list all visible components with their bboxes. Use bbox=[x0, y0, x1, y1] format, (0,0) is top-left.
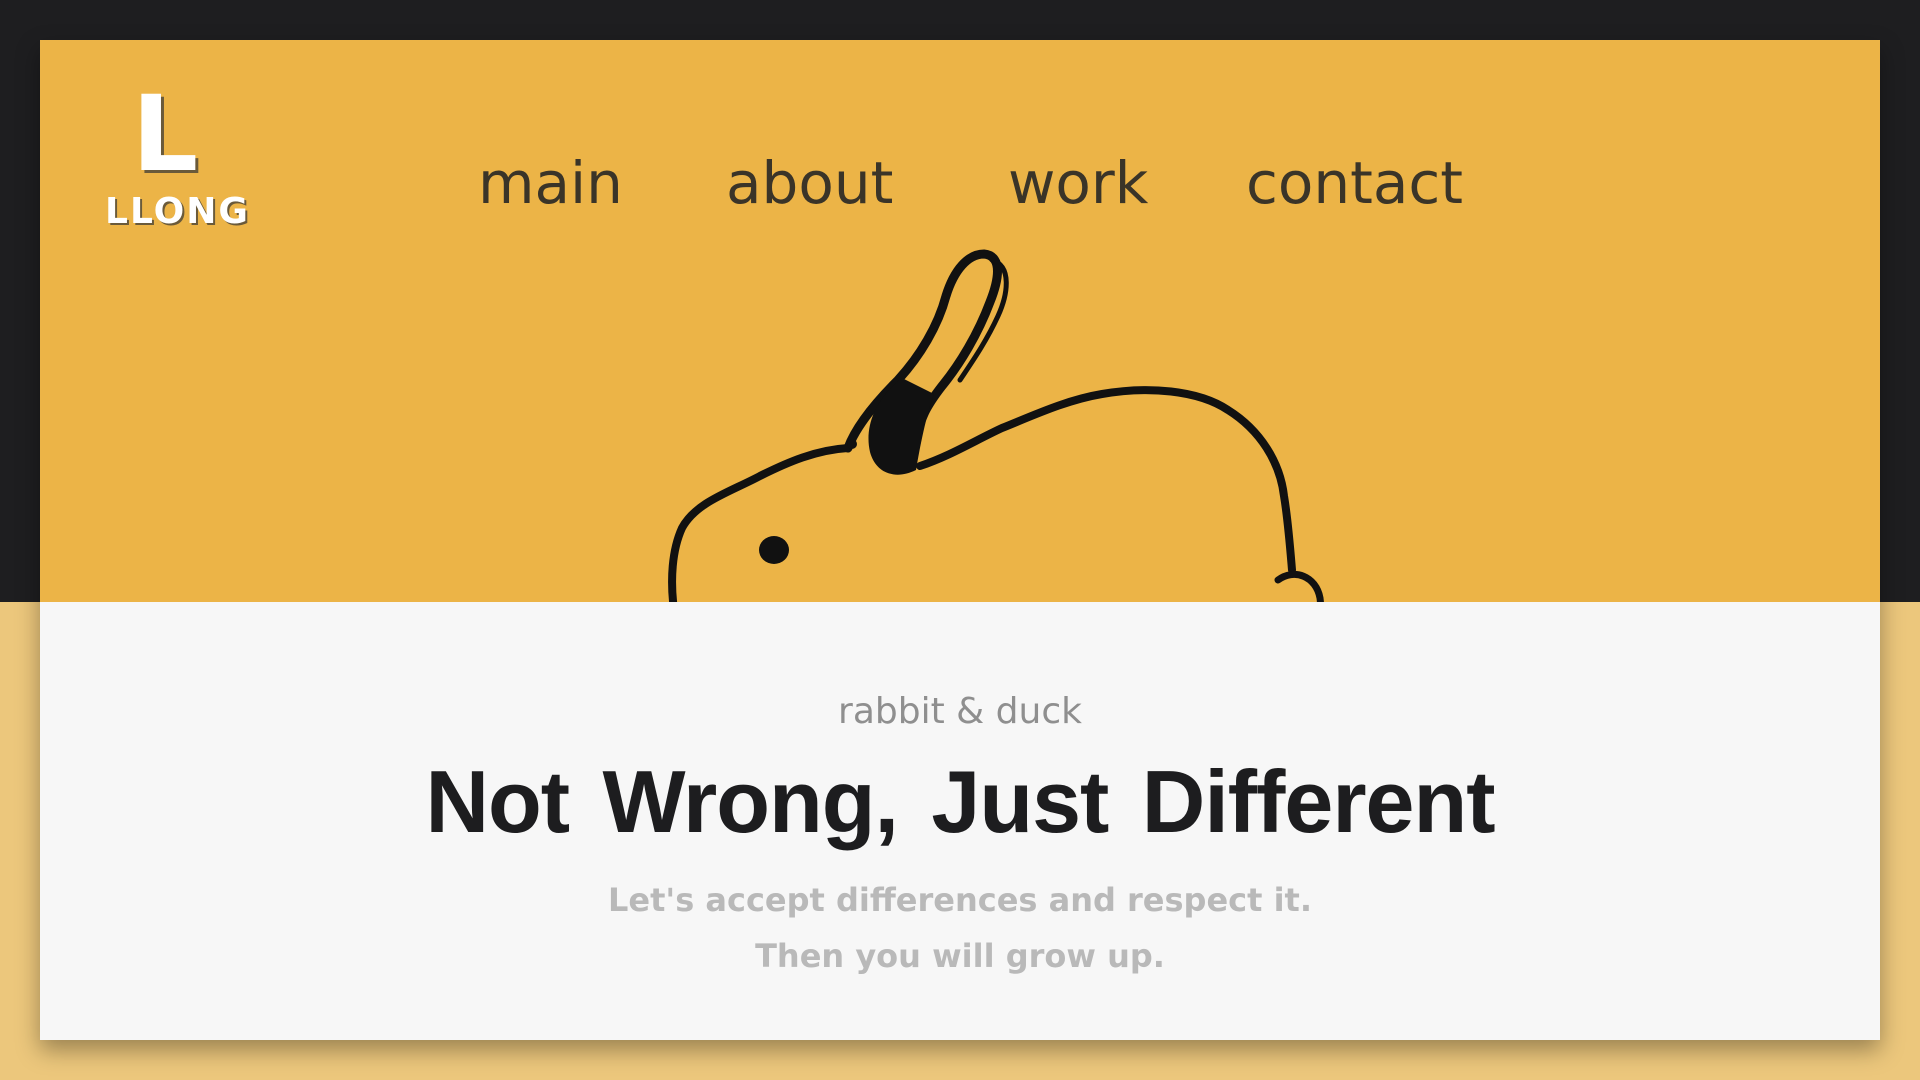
nav-item-main[interactable]: main bbox=[478, 148, 623, 218]
nav-item-work[interactable]: work bbox=[1008, 148, 1148, 218]
body-line-1: Let's accept differences and respect it. bbox=[608, 881, 1312, 919]
nav-item-contact[interactable]: contact bbox=[1246, 148, 1463, 218]
hero-section: L LLONG main about work contact bbox=[40, 40, 1880, 602]
subtitle: rabbit & duck bbox=[838, 691, 1082, 732]
body-line-2: Then you will grow up. bbox=[755, 937, 1165, 975]
main-card: L LLONG main about work contact rabbit &… bbox=[40, 40, 1880, 1040]
nav-item-about[interactable]: about bbox=[726, 148, 893, 218]
content-section: rabbit & duck Not Wrong, Just Different … bbox=[40, 602, 1880, 1040]
body-text: Let's accept differences and respect it.… bbox=[40, 872, 1880, 984]
rabbit-duck-illustration bbox=[668, 249, 1324, 602]
main-navigation: main about work contact bbox=[40, 148, 1880, 228]
headline: Not Wrong, Just Different bbox=[425, 752, 1495, 851]
